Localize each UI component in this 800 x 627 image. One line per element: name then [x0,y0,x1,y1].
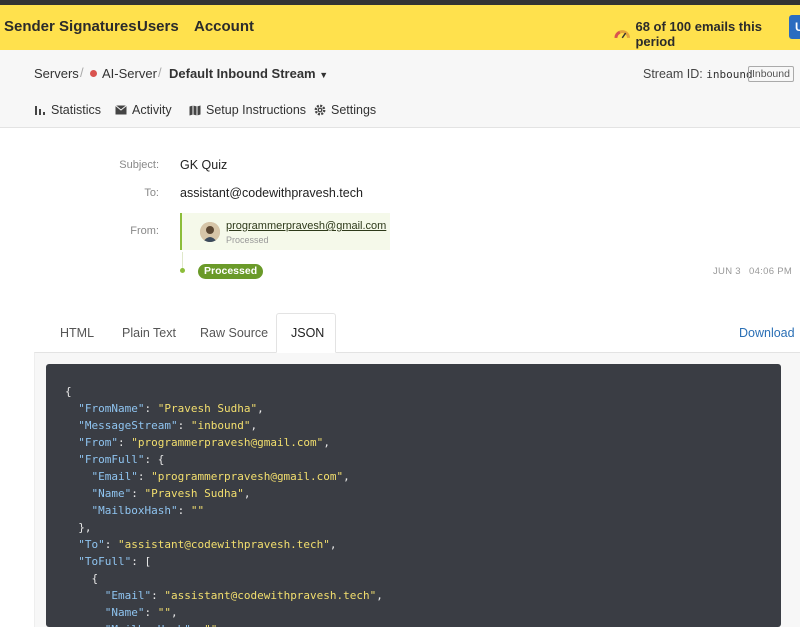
gear-icon [314,104,326,116]
tab-plain-text[interactable]: Plain Text [122,326,176,340]
caret-down-icon: ▼ [319,70,329,80]
tab-setup-instructions[interactable]: Setup Instructions [189,103,306,117]
upgrade-button[interactable]: U [789,15,800,39]
usage-meter[interactable]: 68 of 100 emails this period [614,19,800,49]
usage-text: 68 of 100 emails this period [635,19,762,49]
nav-sender-signatures[interactable]: Sender Signatures [4,18,137,35]
tab-json[interactable]: JSON [291,326,324,340]
event-time: 04:06 PM [749,266,793,277]
envelope-icon [115,105,127,115]
json-code-block: { "FromName": "Pravesh Sudha", "MessageS… [46,364,781,627]
to-value: assistant@codewithpravesh.tech [180,186,363,200]
code-line: }, [65,521,92,534]
tab-html[interactable]: HTML [60,326,94,340]
breadcrumb-separator: / [158,65,162,80]
code-line: "From": "programmerpravesh@gmail.com", [78,436,330,449]
code-line: "FromFull": { [78,453,165,466]
map-icon [189,105,201,115]
code-line: "ToFull": [ [78,555,152,568]
tab-statistics[interactable]: Statistics [34,103,101,117]
breadcrumb-servers[interactable]: Servers [34,66,79,81]
code-line: "Email": "assistant@codewithpravesh.tech… [104,589,383,602]
nav-account[interactable]: Account [194,18,254,35]
tab-raw-source[interactable]: Raw Source [200,326,268,340]
code-line: { [65,385,72,398]
to-label: To: [144,187,159,199]
code-line: "MessageStream": "inbound", [78,419,258,432]
code-line: "To": "assistant@codewithpravesh.tech", [78,538,337,551]
from-card: programmerpravesh@gmail.com Processed [180,213,390,250]
timeline-dot [180,268,185,273]
gauge-icon [614,30,630,39]
code-line: "Name": "Pravesh Sudha", [91,487,251,500]
stream-header: Servers / AI-Server / Default Inbound St… [0,50,800,128]
breadcrumb-server[interactable]: AI-Server [90,66,157,81]
avatar [200,222,220,242]
from-email-link[interactable]: programmerpravesh@gmail.com [226,220,386,232]
stream-type-tag: Inbound [748,66,794,82]
from-label: From: [130,225,159,237]
stream-id: Stream ID: inbound [643,67,753,81]
top-nav-bar: Sender Signatures Users Account 68 of 10… [0,5,800,50]
subject-label: Subject: [119,159,159,171]
code-line: { [65,572,99,585]
subject-value: GK Quiz [180,158,228,172]
server-status-dot [90,70,97,77]
code-line: "MailboxHash": "" [65,621,781,627]
tab-settings[interactable]: Settings [314,103,376,117]
nav-users[interactable]: Users [137,18,179,35]
processed-badge: Processed [198,264,264,279]
breadcrumb-separator: / [80,65,84,80]
download-link[interactable]: Download [739,326,795,340]
code-line: "MailboxHash": "" [91,504,205,517]
code-line: "FromName": "Pravesh Sudha", [78,402,264,415]
code-line: "Name": "", [104,606,178,619]
bar-chart-icon [35,106,45,115]
from-status: Processed [226,235,269,245]
code-line: "Email": "programmerpravesh@gmail.com", [91,470,350,483]
breadcrumb-stream-dropdown[interactable]: Default Inbound Stream ▼ [169,66,328,81]
tab-activity[interactable]: Activity [115,103,172,117]
event-date: JUN 3 [713,266,741,277]
